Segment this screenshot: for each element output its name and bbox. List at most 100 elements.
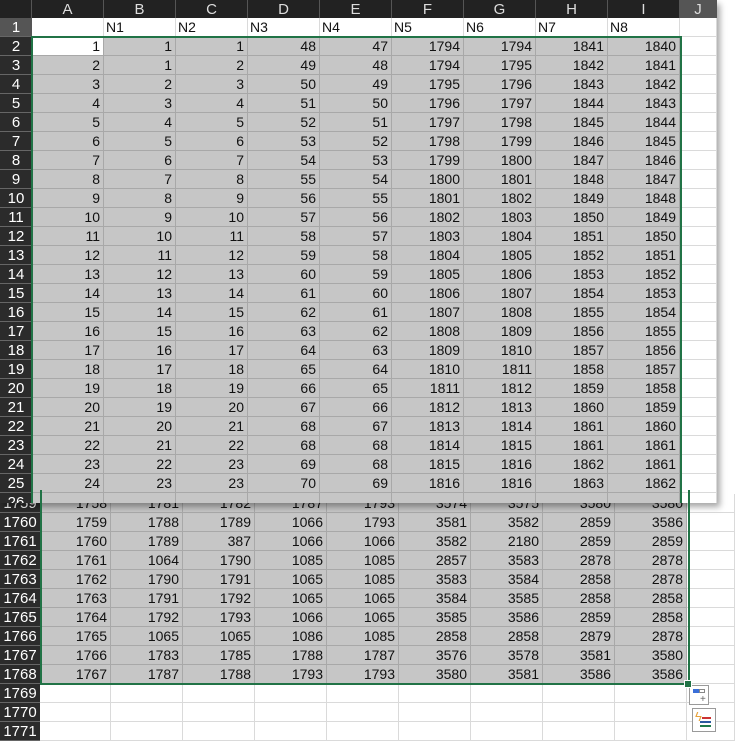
row-header[interactable]: 13 <box>0 246 32 265</box>
row-header[interactable]: 21 <box>0 398 32 417</box>
cell[interactable]: 23 <box>176 455 248 474</box>
row-header[interactable]: 22 <box>0 417 32 436</box>
cell[interactable]: 24 <box>32 474 104 493</box>
cell[interactable]: 22 <box>176 436 248 455</box>
cell[interactable] <box>111 703 183 722</box>
cell[interactable] <box>464 493 536 503</box>
cell[interactable] <box>471 703 543 722</box>
cell[interactable]: 2 <box>104 75 176 94</box>
cell[interactable]: 49 <box>248 56 320 75</box>
cell[interactable]: 1802 <box>392 208 464 227</box>
cell[interactable]: 1085 <box>255 551 327 570</box>
cell[interactable]: 1861 <box>608 436 680 455</box>
cell[interactable]: 15 <box>32 303 104 322</box>
cell[interactable]: 22 <box>32 436 104 455</box>
cell[interactable] <box>680 94 717 113</box>
cell[interactable]: 52 <box>320 132 392 151</box>
cell[interactable] <box>680 436 717 455</box>
cell[interactable] <box>183 684 255 703</box>
row-header[interactable]: 1768 <box>0 665 40 684</box>
cell[interactable]: 3584 <box>399 589 471 608</box>
cell[interactable] <box>687 551 735 570</box>
cell[interactable]: 1845 <box>536 113 608 132</box>
cell[interactable]: 3 <box>32 75 104 94</box>
cell[interactable]: 1802 <box>464 189 536 208</box>
cell[interactable] <box>680 113 717 132</box>
cell[interactable]: 2878 <box>615 570 687 589</box>
cell[interactable]: 66 <box>248 379 320 398</box>
cell[interactable]: 1857 <box>608 360 680 379</box>
cell[interactable]: 1861 <box>608 455 680 474</box>
cell[interactable]: 4 <box>104 113 176 132</box>
cell[interactable]: 1856 <box>608 341 680 360</box>
cell[interactable]: 19 <box>104 398 176 417</box>
cell[interactable]: 1811 <box>464 360 536 379</box>
cell[interactable]: 1854 <box>608 303 680 322</box>
cell[interactable]: 53 <box>248 132 320 151</box>
cell[interactable]: 1847 <box>608 170 680 189</box>
cell[interactable]: 1840 <box>608 37 680 56</box>
cell[interactable]: 16 <box>104 341 176 360</box>
cell[interactable]: 1085 <box>327 551 399 570</box>
cell[interactable]: 1796 <box>464 75 536 94</box>
cell[interactable]: 9 <box>104 208 176 227</box>
cell[interactable]: 3582 <box>471 513 543 532</box>
cell[interactable]: 1798 <box>464 113 536 132</box>
cell[interactable]: 1789 <box>111 532 183 551</box>
row-header[interactable]: 16 <box>0 303 32 322</box>
cell[interactable]: 59 <box>248 246 320 265</box>
cell[interactable]: 1863 <box>536 474 608 493</box>
cell[interactable]: 5 <box>104 132 176 151</box>
cell[interactable]: 18 <box>104 379 176 398</box>
cell[interactable] <box>471 684 543 703</box>
cell[interactable] <box>680 151 717 170</box>
cell[interactable] <box>687 589 735 608</box>
cell[interactable]: 1812 <box>392 398 464 417</box>
column-label-cell[interactable]: N6 <box>464 18 536 37</box>
cell[interactable]: 1813 <box>392 417 464 436</box>
column-header[interactable]: D <box>248 0 320 18</box>
cell[interactable]: 1794 <box>392 56 464 75</box>
cell[interactable]: 67 <box>320 417 392 436</box>
select-all-corner[interactable] <box>0 0 32 18</box>
column-label-cell[interactable]: N4 <box>320 18 392 37</box>
cell[interactable]: 3586 <box>471 608 543 627</box>
cell[interactable]: 23 <box>32 455 104 474</box>
column-header[interactable]: H <box>536 0 608 18</box>
cell[interactable]: 51 <box>248 94 320 113</box>
cell[interactable]: 3583 <box>471 551 543 570</box>
cell[interactable]: 62 <box>248 303 320 322</box>
row-header[interactable]: 25 <box>0 474 32 493</box>
cell[interactable]: 1804 <box>392 246 464 265</box>
cell[interactable]: 1808 <box>464 303 536 322</box>
cell[interactable]: 60 <box>248 265 320 284</box>
cell[interactable] <box>615 684 687 703</box>
cell[interactable]: 68 <box>320 436 392 455</box>
cell[interactable]: 1 <box>176 37 248 56</box>
cell[interactable]: 1790 <box>111 570 183 589</box>
column-label-cell[interactable] <box>32 18 104 37</box>
cell[interactable]: 1065 <box>255 570 327 589</box>
cell[interactable]: 1764 <box>40 608 111 627</box>
cell[interactable]: 1065 <box>183 627 255 646</box>
cell[interactable] <box>687 608 735 627</box>
row-header[interactable]: 6 <box>0 113 32 132</box>
cell[interactable]: 58 <box>320 246 392 265</box>
cell[interactable]: 1856 <box>536 322 608 341</box>
cell[interactable]: 17 <box>176 341 248 360</box>
cell[interactable]: 2878 <box>543 551 615 570</box>
row-header[interactable]: 24 <box>0 455 32 474</box>
cell[interactable]: 1846 <box>608 151 680 170</box>
cell[interactable]: 1761 <box>40 551 111 570</box>
cell[interactable] <box>392 493 464 503</box>
cell[interactable]: 3583 <box>399 570 471 589</box>
cell[interactable] <box>543 684 615 703</box>
cell[interactable]: 1808 <box>392 322 464 341</box>
cell[interactable]: 1848 <box>608 189 680 208</box>
cell[interactable]: 2858 <box>615 608 687 627</box>
cell[interactable] <box>399 703 471 722</box>
cell[interactable]: 1814 <box>392 436 464 455</box>
cell[interactable]: 1862 <box>536 455 608 474</box>
cell[interactable]: 1792 <box>111 608 183 627</box>
cell[interactable]: 1065 <box>327 608 399 627</box>
